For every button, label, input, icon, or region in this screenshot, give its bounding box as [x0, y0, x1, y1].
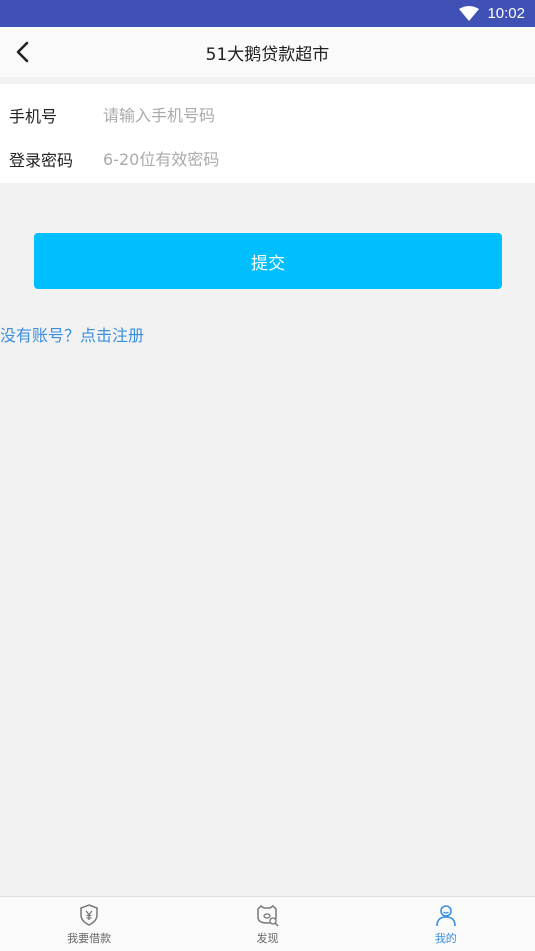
register-link[interactable]: 没有账号？点击注册: [0, 322, 144, 346]
chevron-left-icon: [16, 41, 29, 63]
page-title: 51大鹅贷款超市: [205, 44, 330, 65]
person-icon: [436, 905, 456, 927]
status-bar: 10:02: [0, 0, 535, 27]
tab-mine[interactable]: 我的: [357, 897, 535, 951]
tab-bar: 我要借款 发现 我的: [0, 896, 535, 951]
tab-borrow[interactable]: 我要借款: [0, 897, 178, 951]
back-button[interactable]: [6, 35, 40, 69]
password-row: 登录密码: [0, 137, 535, 181]
shield-yen-icon: [80, 904, 98, 926]
wifi-icon: [459, 5, 480, 21]
status-time: 10:02: [487, 5, 525, 22]
tab-borrow-label: 我要借款: [67, 932, 112, 945]
phone-row: 手机号: [0, 93, 535, 137]
phone-label: 手机号: [9, 107, 58, 126]
tab-discover[interactable]: 发现: [178, 897, 356, 951]
phone-input[interactable]: [103, 100, 503, 130]
submit-button[interactable]: 提交: [34, 233, 502, 289]
password-input[interactable]: [103, 144, 503, 174]
discover-icon: [257, 905, 280, 927]
login-form: 手机号 登录密码: [0, 84, 535, 183]
tab-mine-label: 我的: [434, 932, 457, 945]
password-label: 登录密码: [9, 151, 74, 170]
nav-bar: 51大鹅贷款超市: [0, 27, 535, 77]
tab-discover-label: 发现: [256, 932, 279, 945]
